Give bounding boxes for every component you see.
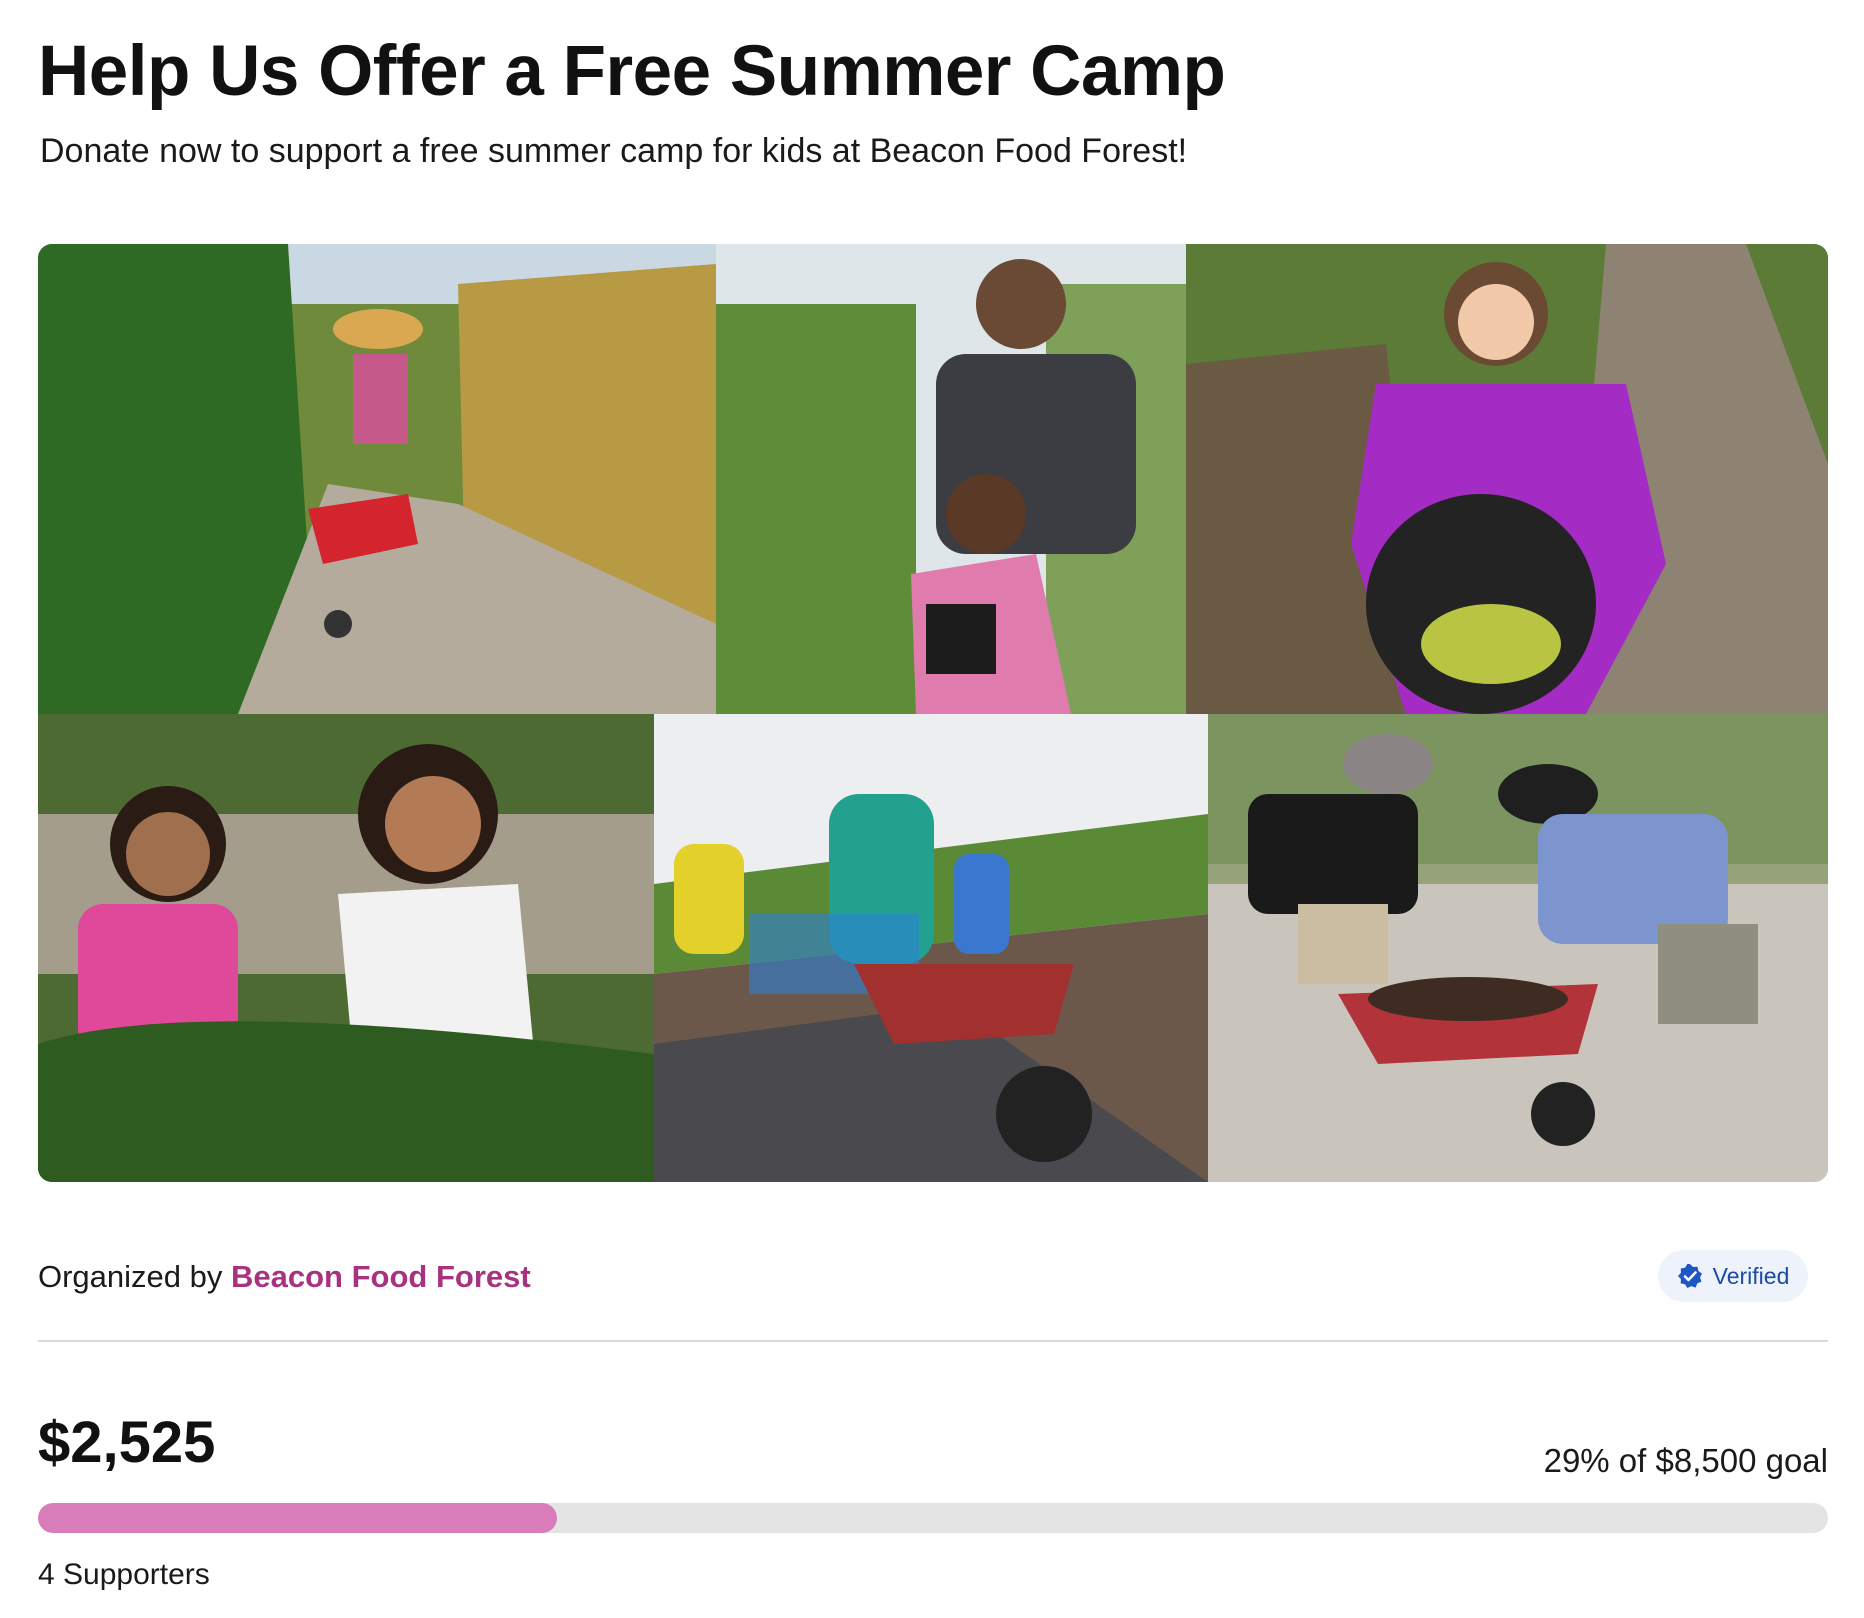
photo-girl-wheelbarrow xyxy=(38,244,716,714)
goal-text: 29% of $8,500 goal xyxy=(1543,1442,1828,1479)
photo-collage[interactable] xyxy=(38,244,1828,1182)
page-title: Help Us Offer a Free Summer Camp xyxy=(38,32,1226,111)
photo-girls-garden xyxy=(38,714,654,1182)
section-divider xyxy=(38,1340,1828,1342)
organizer-line: Organized by Beacon Food Forest xyxy=(38,1257,531,1297)
supporters-count[interactable]: 4 Supporters xyxy=(38,1555,210,1595)
organizer-link[interactable]: Beacon Food Forest xyxy=(231,1259,531,1294)
verified-label: Verified xyxy=(1712,1262,1790,1289)
progress-bar xyxy=(38,1503,1828,1533)
organizer-prefix: Organized by xyxy=(38,1259,223,1294)
photo-kids-rain-gear xyxy=(654,714,1208,1182)
photo-boys-wheelbarrow xyxy=(1208,714,1828,1182)
progress-bar-fill xyxy=(38,1503,558,1533)
verified-badge[interactable]: Verified xyxy=(1658,1250,1808,1302)
page-subtitle: Donate now to support a free summer camp… xyxy=(40,132,1188,170)
verified-check-icon xyxy=(1677,1263,1703,1289)
photo-kids-berries xyxy=(716,244,1186,714)
amount-raised: $2,525 xyxy=(38,1410,216,1475)
photo-girl-bucket xyxy=(1186,244,1828,714)
